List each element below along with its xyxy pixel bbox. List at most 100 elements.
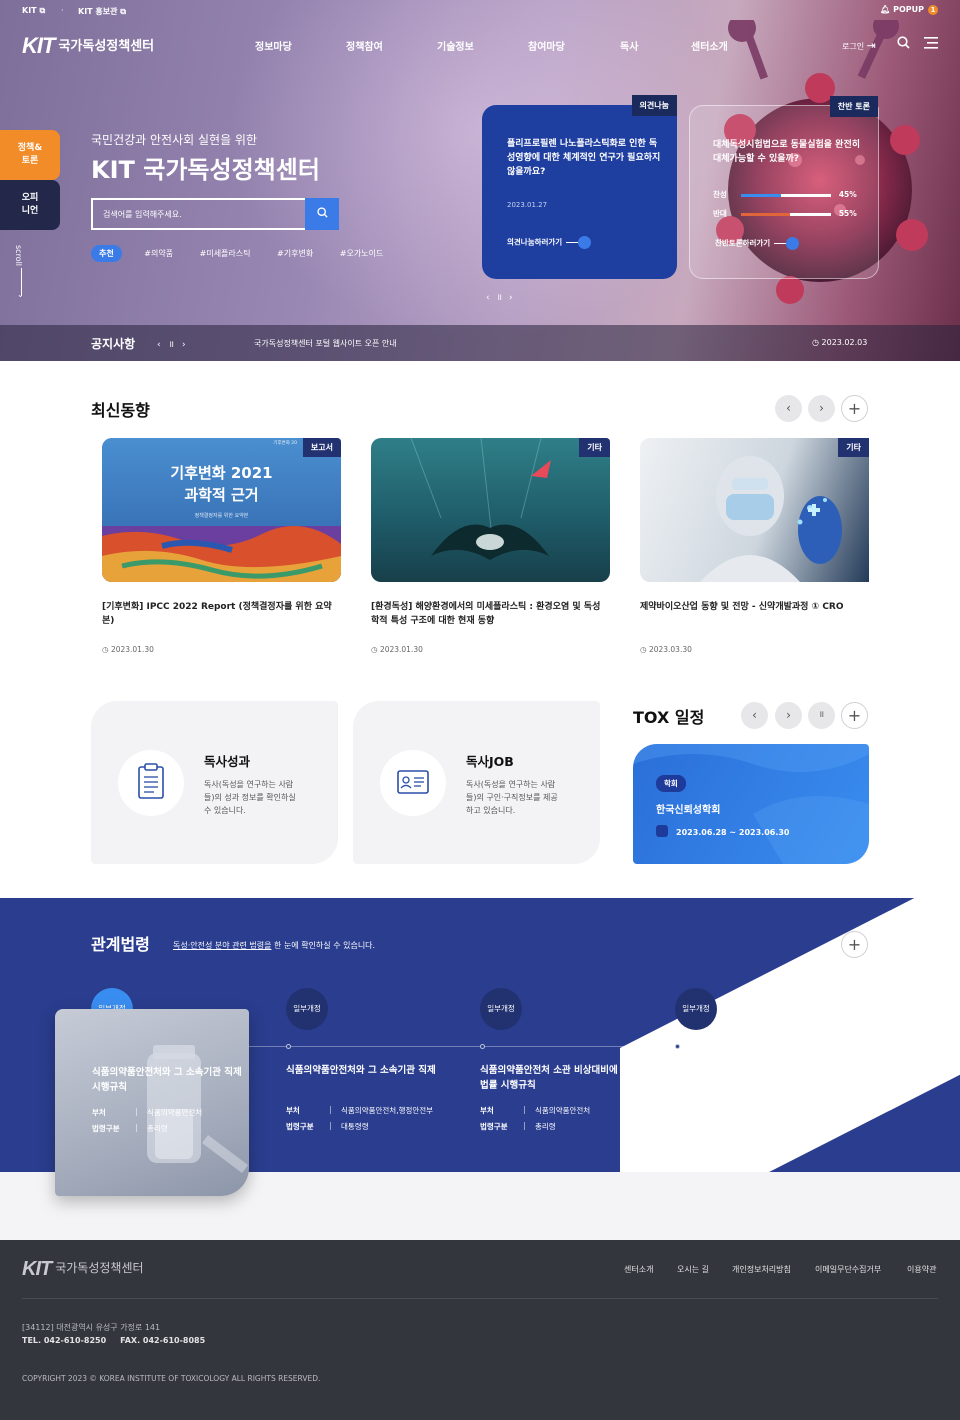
doksa-job-box[interactable]: 독사JOB 독사(독성을 연구하는 사람들)의 구인·구직정보를 제공하고 있습…	[353, 701, 600, 864]
notice-message[interactable]: 국가독성정책센터 포털 웹사이트 오픈 안내	[254, 338, 397, 349]
nav-item-about[interactable]: 센터소개	[691, 38, 728, 53]
law-dept-label: 부처	[286, 1106, 300, 1115]
laws-subtitle-link[interactable]: 독성·안전성 분야 관련 법령을	[173, 941, 272, 950]
opinion-date: 2023.01.27	[507, 201, 548, 209]
law-dept-value: 식품의약품안전처	[535, 1106, 591, 1115]
opinion-link[interactable]: 의견나눔하러가기	[507, 236, 592, 249]
nav-item-info[interactable]: 정보마당	[255, 38, 292, 53]
side-tab-opinion[interactable]: 오피 니언	[0, 180, 60, 230]
nav-item-policy[interactable]: 정책참여	[346, 38, 383, 53]
debate-badge: 찬반 토론	[829, 96, 878, 117]
tox-event-card[interactable]: 학회 한국신뢰성학회 2023.06.28 ~ 2023.06.30	[633, 744, 869, 864]
news-title[interactable]: [환경독성] 해양환경에서의 미세플라스틱 : 환경오염 및 독성학적 특성 구…	[371, 600, 603, 628]
climate-map-graphic	[102, 526, 341, 582]
laws-subtitle: 독성·안전성 분야 관련 법령을 한 눈에 확인하실 수 있습니다.	[173, 940, 375, 951]
login-icon: ⇥	[866, 39, 876, 52]
news-thumbnail[interactable]: 기타	[640, 438, 869, 582]
footer-link-terms[interactable]: 이용약관	[907, 1264, 936, 1275]
side-tab-opinion-label: 오피 니언	[21, 193, 39, 216]
doksa-achievements-box[interactable]: 독사성과 독사(독성을 연구하는 사람들)의 성과 정보를 확인하실 수 있습니…	[91, 701, 338, 864]
debate-card[interactable]: 찬반 토론 대체독성시험법으로 동물실험을 완전히 대체가능할 수 있을까? 찬…	[689, 96, 879, 279]
law-type-value: 대통령령	[341, 1122, 369, 1131]
quick-title: 독사성과	[204, 754, 251, 769]
laws-subtitle-rest: 한 눈에 확인하실 수 있습니다.	[271, 941, 376, 950]
debate-link[interactable]: 찬반토론하러가기	[715, 237, 800, 250]
news-prev-button[interactable]: ‹	[775, 395, 802, 422]
tox-prev-button[interactable]: ‹	[741, 702, 768, 729]
footer-contact: TEL. 042-610-8250 FAX. 042-610-8085	[22, 1336, 205, 1345]
kit-promo-link[interactable]: KIT 홍보관 ⧉	[78, 6, 126, 17]
manta-ray-photo	[410, 438, 551, 560]
news-next-button[interactable]: ›	[808, 395, 835, 422]
tag-link[interactable]: #의약품	[144, 248, 173, 259]
hero-section: KIT ⧉ · KIT 홍보관 ⧉ 🔔︎ POPUP 1 KIT 국가독성정책센터 …	[0, 0, 960, 361]
laws-more-button[interactable]: +	[841, 931, 868, 958]
law-title[interactable]: 식품의약품안전처와 그 소속기관 직제	[286, 1063, 456, 1078]
search-icon[interactable]	[897, 36, 910, 53]
tox-pause-button[interactable]: ॥	[808, 702, 835, 729]
arrow-dot	[578, 236, 592, 249]
report-cover-sub: 정책결정자를 위한 요약본	[194, 513, 249, 519]
news-title[interactable]: 제약바이오산업 동향 및 전망 - 신약개발과정 ① CRO	[640, 600, 869, 614]
opinion-badge: 의견나눔	[631, 95, 677, 116]
law-type: 법령구분 총리령	[92, 1123, 168, 1134]
tag-link[interactable]: #오가노이드	[340, 248, 384, 259]
nav-item-doksa[interactable]: 독사	[620, 38, 638, 53]
report-cover-title: 기후변화 2021 과학적 근거	[170, 464, 273, 504]
law-type-value: 총리령	[730, 1122, 751, 1131]
law-title[interactable]: 혁신의료기기 지원 및 관리 등에 관한 규칙	[675, 1063, 845, 1078]
news-thumbnail[interactable]: 기후변화 20 기후변화 2021 과학적 근거 정책결정자를 위한 요약본 보…	[102, 438, 341, 582]
law-active-card[interactable]: 식품의약품안전처와 그 소속기관 직제 시행규칙 부처 식품의약품안전처 법령구분…	[55, 1009, 249, 1196]
news-section-title: 최신동향	[91, 401, 150, 420]
side-tab-policy-debate[interactable]: 정책& 토론	[0, 130, 60, 180]
search-button[interactable]	[305, 198, 339, 230]
tag-link[interactable]: #기후변화	[277, 248, 313, 259]
law-dept: 부처 식품의약품안전처	[92, 1107, 202, 1118]
footer-link-no-email[interactable]: 이메일무단수집거부	[815, 1264, 881, 1275]
site-logo[interactable]: KIT 국가독성정책센터	[22, 33, 154, 59]
debate-link-label: 찬반토론하러가기	[715, 238, 771, 248]
pause-icon[interactable]: ॥	[497, 293, 509, 303]
news-more-button[interactable]: +	[841, 395, 868, 422]
news-date-value: 2023.01.30	[110, 645, 154, 654]
law-status-pill: 일부개정	[286, 988, 328, 1030]
login-button[interactable]: 로그인 ⇥	[842, 39, 876, 52]
footer-link-privacy[interactable]: 개인정보처리방침	[732, 1264, 791, 1275]
footer-divider	[22, 1298, 938, 1299]
footer-link-about[interactable]: 센터소개	[624, 1264, 653, 1275]
footer-copyright: COPYRIGHT 2023 © KOREA INSTITUTE OF TOXI…	[22, 1374, 321, 1383]
chevron-right-icon[interactable]: ›	[182, 340, 194, 350]
news-title[interactable]: [기후변화] IPCC 2022 Report (정책결정자를 위한 요약본)	[102, 600, 334, 628]
chevron-left-icon[interactable]: ‹	[157, 340, 169, 350]
law-type-label: 법령구분	[675, 1122, 703, 1131]
law-status-pill: 일부개정	[480, 988, 522, 1030]
news-date: ◷ 2023.01.30	[102, 645, 154, 654]
footer-link-directions[interactable]: 오시는 길	[677, 1264, 709, 1275]
kit-link[interactable]: KIT ⧉	[22, 6, 45, 16]
law-title[interactable]: 식품의약품안전처 소관 비상대비에 관한 법률 시행규칙	[480, 1063, 650, 1093]
popup-button[interactable]: 🔔︎ POPUP 1	[880, 5, 938, 15]
nav-item-participation[interactable]: 참여마당	[528, 38, 565, 53]
law-type-label: 법령구분	[480, 1122, 508, 1131]
tag-link[interactable]: #미세플라스틱	[200, 248, 251, 259]
clock-icon: ◷	[371, 645, 378, 654]
notice-date: ◷ 2023.02.03	[812, 338, 867, 347]
search-input[interactable]	[93, 200, 307, 228]
quick-title: 독사JOB	[466, 754, 514, 769]
laws-corner-wedge	[620, 898, 960, 1172]
hero-slider-controls: ‹॥›	[486, 290, 520, 303]
nav-item-tech[interactable]: 기술정보	[437, 38, 474, 53]
news-date-value: 2023.03.30	[648, 645, 692, 654]
chevron-right-icon[interactable]: ›	[509, 293, 520, 303]
opinion-card[interactable]: 의견나눔 폴리프로필렌 나노플라스틱화로 인한 독성영향에 대한 체계적인 연구…	[482, 95, 677, 279]
pause-icon[interactable]: ॥	[169, 340, 182, 350]
news-thumbnail[interactable]: 기타	[371, 438, 610, 582]
law-type-value: 총리령	[535, 1122, 556, 1131]
separator-dot: ·	[61, 6, 64, 15]
separator	[524, 1122, 525, 1130]
tox-more-button[interactable]: +	[841, 702, 868, 729]
menu-icon[interactable]	[924, 37, 938, 53]
tox-next-button[interactable]: ›	[775, 702, 802, 729]
chevron-left-icon[interactable]: ‹	[486, 293, 497, 303]
scroll-indicator-label: scroll	[14, 245, 23, 267]
